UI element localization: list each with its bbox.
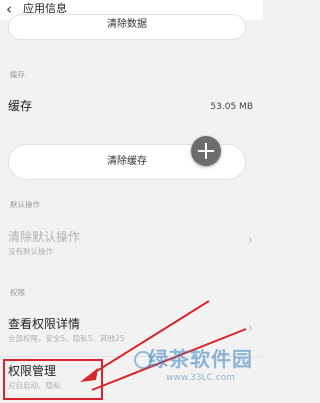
watermark-url: www.33LC.com bbox=[166, 373, 235, 383]
annotation-arrow bbox=[80, 300, 247, 391]
arrow-head bbox=[80, 368, 98, 382]
watermark-text: 绿茶软件园 bbox=[148, 347, 253, 371]
